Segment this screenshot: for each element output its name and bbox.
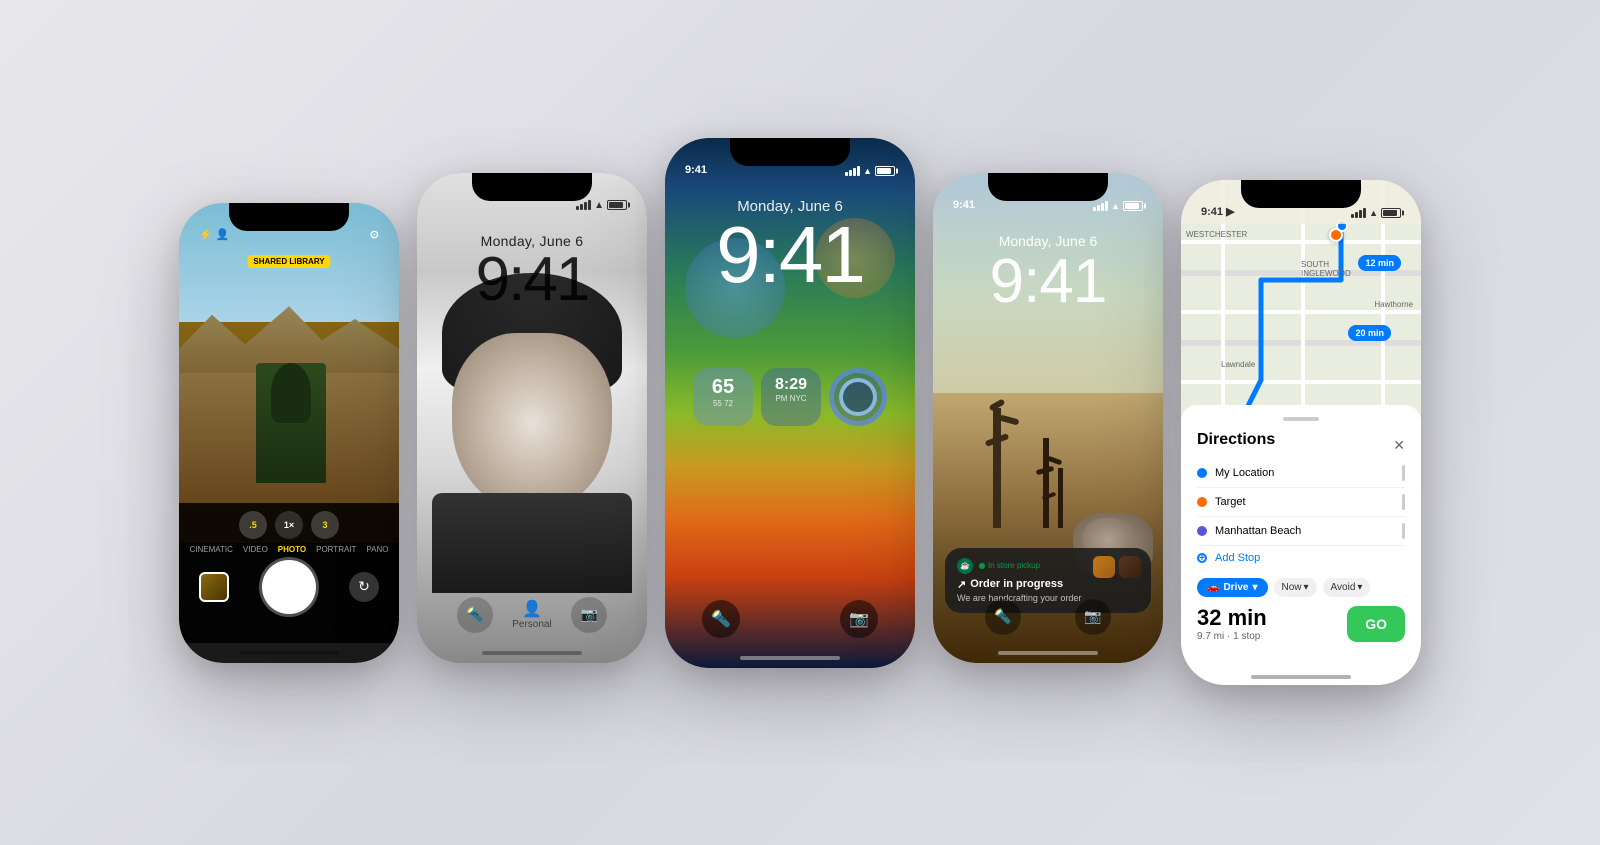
eta-badge-1: 12 min (1358, 255, 1401, 271)
phone4-time: 9:41 (953, 199, 975, 211)
map-label-inglewood: SOUTHINGLEWOOD (1301, 260, 1351, 278)
colorful-date: Monday, June 6 (665, 198, 915, 215)
zoom-1x[interactable]: 1× (275, 511, 303, 539)
mode-portrait[interactable]: PORTRAIT (316, 545, 356, 554)
clock-widget: 8:29 (771, 376, 811, 394)
zoom-05[interactable]: .5 (239, 511, 267, 539)
my-location-label: My Location (1215, 467, 1274, 479)
phone3-status: 9:41 ▲ (665, 138, 915, 182)
notification-title: ↗ Order in progress (957, 578, 1139, 591)
last-photo-thumbnail[interactable] (199, 572, 229, 602)
time-button[interactable]: Now ▾ (1274, 578, 1317, 597)
avoid-button[interactable]: Avoid ▾ (1323, 578, 1371, 597)
directions-panel: Directions ✕ My Location Target (1181, 405, 1421, 685)
target-label: Target (1215, 496, 1246, 508)
route-add-stop[interactable]: + Add Stop (1197, 546, 1405, 570)
capture-controls: ↻ (179, 560, 399, 614)
map-label-westchester: WESTCHESTER (1186, 230, 1247, 239)
phone-maps: 12 min 20 min WESTCHESTER Hawthorne Manh… (1181, 180, 1421, 685)
notch5 (1241, 180, 1361, 208)
lockscreen-bottom: 🔦 👤 Personal 📷 (417, 597, 647, 633)
directions-title: Directions (1197, 431, 1275, 449)
shared-library-badge: SHARED LIBRARY (247, 255, 330, 268)
food-icon-1 (1093, 556, 1115, 578)
starbucks-icon: ☕ (957, 558, 973, 574)
phone3-time: 9:41 (685, 164, 707, 176)
camera-controls: .5 1× 3 CINEMATIC VIDEO PHOTO PORTRAIT P… (179, 503, 399, 643)
phone5-time: 9:41 ▶ (1201, 205, 1235, 218)
notch (229, 203, 349, 231)
phone3-home (740, 656, 840, 660)
phone3-bottom: 🔦 📷 (702, 600, 878, 638)
my-location-dot (1197, 468, 1207, 478)
duration-label: 32 min (1197, 605, 1267, 631)
eta-badge-2: 20 min (1348, 325, 1391, 341)
phone2-status: ▲ (417, 173, 647, 217)
mode-photo[interactable]: PHOTO (278, 545, 306, 554)
phone3-camera[interactable]: 📷 (840, 600, 878, 638)
home-indicator (239, 651, 339, 655)
panel-handle (1283, 417, 1319, 421)
phone-bw-lockscreen: Monday, June 6 9:41 ▲ (417, 173, 647, 663)
manhattan-beach-dot (1197, 526, 1207, 536)
phone4-home (998, 651, 1098, 655)
notification-app: In store pickup (979, 561, 1040, 570)
phone4-flashlight[interactable]: 🔦 (985, 599, 1021, 635)
mode-video[interactable]: VIDEO (243, 545, 268, 554)
temp-widget: 65 (703, 376, 743, 399)
route-target: Target (1197, 488, 1405, 517)
flashlight-button[interactable]: 🔦 (457, 597, 493, 633)
joshua-time-block: Monday, June 6 9:41 (933, 233, 1163, 314)
joshua-clock: 9:41 (933, 249, 1163, 314)
zoom-3x[interactable]: 3 (311, 511, 339, 539)
go-button[interactable]: GO (1347, 606, 1405, 642)
phone2-home (482, 651, 582, 655)
camera-button[interactable]: 📷 (571, 597, 607, 633)
status-icons: ⊙ (370, 228, 379, 241)
temp-range: 55 72 (703, 399, 743, 408)
phone4-bottom: 🔦 📷 (933, 599, 1163, 635)
route-manhattan-beach: Manhattan Beach (1197, 517, 1405, 546)
map-label-hawthorne: Hawthorne (1374, 300, 1413, 309)
phone-camera: SHARED LIBRARY ⚡ 👤 ⊙ .5 1× 3 CINEMATIC V… (179, 203, 399, 663)
time-summary: 32 min 9.7 mi · 1 stop GO (1197, 605, 1405, 642)
phone3-flashlight[interactable]: 🔦 (702, 600, 740, 638)
phone-colorful-lockscreen: 9:41 ▲ Monday, June 6 (665, 138, 915, 668)
map-label-lawndale: Lawndale (1221, 360, 1255, 369)
manhattan-beach-label: Manhattan Beach (1215, 525, 1301, 537)
colorful-time-block: Monday, June 6 9:41 (665, 198, 915, 295)
distance-label: 9.7 mi · 1 stop (1197, 631, 1267, 642)
mode-cinematic[interactable]: CINEMATIC (189, 545, 232, 554)
phone5-home (1251, 675, 1351, 679)
transport-options: 🚗 Drive ▾ Now ▾ Avoid ▾ (1197, 578, 1405, 597)
lockscreen-clock: 9:41 (417, 249, 647, 311)
capture-button[interactable] (262, 560, 316, 614)
food-icon-2 (1119, 556, 1141, 578)
phone-joshua-lockscreen: 9:41 ▲ Monday, June 6 (933, 173, 1163, 663)
close-directions[interactable]: ✕ (1393, 437, 1405, 454)
target-dot (1197, 497, 1207, 507)
mode-pano[interactable]: PANO (366, 545, 388, 554)
phone4-status: 9:41 ▲ (933, 173, 1163, 217)
status-time: ⚡ 👤 (199, 228, 229, 241)
drive-button[interactable]: 🚗 Drive ▾ (1197, 578, 1268, 597)
add-stop-label: Add Stop (1215, 552, 1260, 564)
colorful-clock: 9:41 (665, 215, 915, 295)
phone4-camera[interactable]: 📷 (1075, 599, 1111, 635)
widgets-row: 65 55 72 8:29 PM NYC (673, 368, 907, 426)
lockscreen-time-block: Monday, June 6 9:41 (417, 233, 647, 311)
clock-city: PM NYC (771, 394, 811, 403)
camera-mode-row: CINEMATIC VIDEO PHOTO PORTRAIT PANO (189, 545, 388, 554)
add-stop-icon: + (1197, 553, 1207, 563)
flip-camera-button[interactable]: ↻ (349, 572, 379, 602)
profile-label: Personal (512, 619, 551, 630)
route-my-location: My Location (1197, 459, 1405, 488)
phones-showcase: SHARED LIBRARY ⚡ 👤 ⊙ .5 1× 3 CINEMATIC V… (179, 160, 1421, 685)
